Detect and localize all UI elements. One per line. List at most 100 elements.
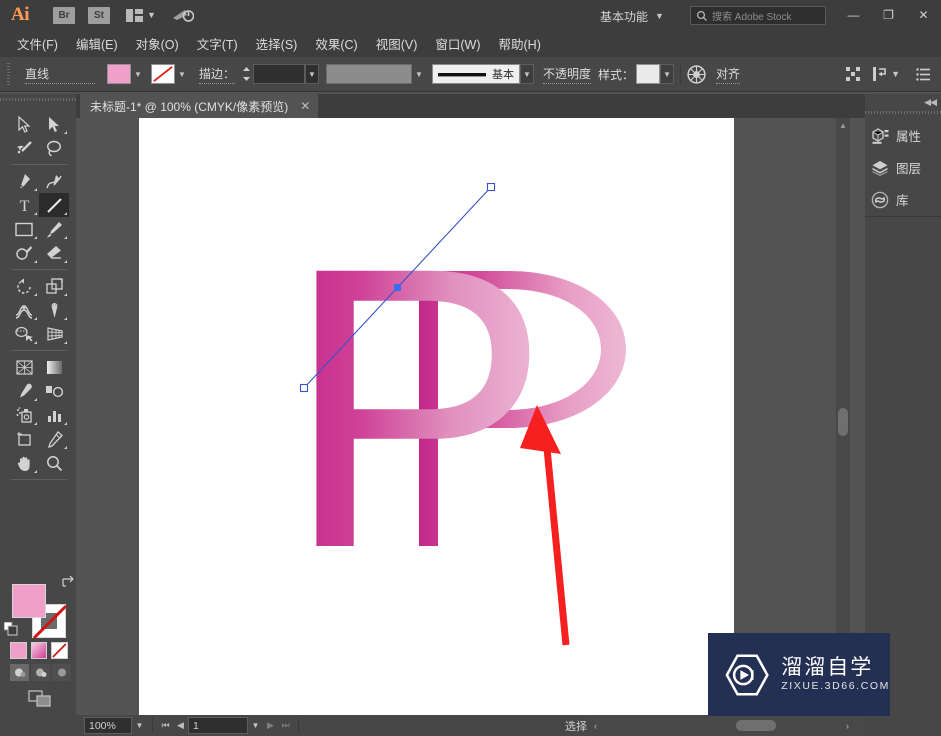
variable-width-profile[interactable]	[326, 64, 413, 84]
fill-chevron-down-icon[interactable]: ▼	[131, 64, 145, 84]
line-segment-tool[interactable]	[39, 193, 69, 217]
scroll-up-icon[interactable]: ▲	[836, 118, 850, 132]
lasso-tool[interactable]	[39, 136, 69, 160]
gradient-tool[interactable]	[39, 355, 69, 379]
artboard-tool[interactable]	[9, 427, 39, 451]
blend-tool[interactable]	[39, 379, 69, 403]
scroll-left-icon[interactable]: ‹	[588, 717, 603, 734]
gradient-swatch-button[interactable]	[30, 642, 48, 659]
direct-selection-tool[interactable]	[39, 112, 69, 136]
shaper-tool[interactable]	[9, 241, 39, 265]
brush-chevron-down-icon[interactable]: ▼	[520, 64, 535, 84]
draw-behind-button[interactable]	[31, 664, 50, 681]
panel-layers[interactable]: 图层	[865, 152, 941, 183]
panel-libraries[interactable]: 库	[865, 184, 941, 215]
zoom-tool[interactable]	[39, 451, 69, 475]
swap-fill-stroke-button[interactable]	[61, 575, 74, 593]
width-tool[interactable]	[9, 298, 39, 322]
stroke-chevron-down-icon[interactable]: ▼	[175, 64, 189, 84]
stock-button[interactable]: St	[88, 6, 110, 24]
menu-edit[interactable]: 编辑(E)	[67, 31, 127, 56]
close-button[interactable]: ✕	[906, 0, 941, 30]
vertical-scrollbar[interactable]: ▲	[836, 118, 850, 715]
mesh-tool[interactable]	[9, 355, 39, 379]
arrange-button[interactable]: ▼	[873, 66, 900, 82]
close-icon[interactable]: ✕	[300, 100, 310, 112]
menu-view[interactable]: 视图(V)	[367, 31, 427, 56]
align-label[interactable]: 对齐	[716, 65, 741, 84]
rectangle-tool[interactable]	[9, 217, 39, 241]
shape-builder-tool[interactable]	[9, 322, 39, 346]
fill-proxy-swatch[interactable]	[12, 584, 46, 618]
stroke-weight-chevron-down-icon[interactable]: ▼	[305, 64, 320, 84]
maximize-button[interactable]: ❐	[871, 0, 906, 30]
menu-select[interactable]: 选择(S)	[247, 31, 307, 56]
minimize-button[interactable]: —	[836, 0, 871, 30]
previous-artboard-button[interactable]: ◀	[173, 717, 188, 734]
hand-tool[interactable]	[9, 451, 39, 475]
stock-search-input[interactable]: 搜索 Adobe Stock	[690, 6, 826, 25]
cloud-sync-button[interactable]	[172, 7, 194, 23]
color-swatch-button[interactable]	[10, 642, 27, 659]
menu-help[interactable]: 帮助(H)	[490, 31, 550, 56]
draw-inside-button[interactable]	[52, 664, 71, 681]
workspace-switcher[interactable]: 基本功能 ▼	[600, 7, 664, 25]
first-artboard-button[interactable]: ⏮	[158, 717, 173, 734]
arrange-documents-button[interactable]: ▼	[126, 8, 156, 22]
collapse-panel-icon[interactable]: ◀◀	[924, 97, 937, 108]
next-artboard-button[interactable]: ▶	[263, 717, 278, 734]
right-dock-grip[interactable]	[865, 108, 941, 117]
selection-tool[interactable]	[9, 112, 39, 136]
stroke-color-swatch[interactable]	[151, 64, 175, 84]
graphic-style-swatch[interactable]	[636, 64, 661, 84]
opacity-label[interactable]: 不透明度	[543, 65, 592, 84]
zoom-chevron-down-icon[interactable]: ▼	[132, 717, 147, 734]
symbol-sprayer-tool[interactable]	[9, 403, 39, 427]
style-chevron-down-icon[interactable]: ▼	[660, 64, 675, 84]
eyedropper-tool[interactable]	[9, 379, 39, 403]
canvas-area[interactable]: P ▲	[76, 118, 865, 715]
control-bar-grip[interactable]	[3, 63, 13, 85]
panel-properties[interactable]: 属性	[865, 120, 941, 151]
menu-window[interactable]: 窗口(W)	[426, 31, 489, 56]
slice-tool[interactable]	[39, 427, 69, 451]
menu-object[interactable]: 对象(O)	[127, 31, 188, 56]
more-options-button[interactable]	[916, 67, 931, 81]
column-graph-tool[interactable]	[39, 403, 69, 427]
document-tab[interactable]: 未标题-1* @ 100% (CMYK/像素预览) ✕	[80, 94, 319, 118]
last-artboard-button[interactable]: ⏭	[278, 717, 293, 734]
zoom-level-input[interactable]: 100%	[84, 717, 132, 734]
variable-width-chevron-down-icon[interactable]: ▼	[412, 64, 426, 84]
brush-definition-select[interactable]: 基本	[432, 64, 521, 84]
curvature-tool[interactable]	[39, 169, 69, 193]
scale-tool[interactable]	[39, 274, 69, 298]
magic-wand-tool[interactable]	[9, 136, 39, 160]
fill-color-swatch[interactable]	[107, 64, 131, 84]
type-tool[interactable]: T	[9, 193, 39, 217]
tools-panel-grip[interactable]	[0, 94, 76, 105]
change-screen-mode-button[interactable]	[28, 690, 52, 712]
stroke-weight-input[interactable]	[253, 64, 306, 84]
default-fill-stroke-button[interactable]	[3, 621, 18, 641]
stroke-weight-stepper[interactable]	[241, 65, 252, 83]
free-transform-tool[interactable]	[39, 298, 69, 322]
menu-file[interactable]: 文件(F)	[8, 31, 67, 56]
bridge-button[interactable]: Br	[53, 6, 75, 24]
menu-effect[interactable]: 效果(C)	[306, 31, 366, 56]
horizontal-scroll-thumb[interactable]	[736, 720, 776, 731]
horizontal-scrollbar[interactable]: ‹ ›	[588, 715, 865, 736]
transform-button[interactable]	[845, 66, 861, 82]
artboard-number-input[interactable]: 1	[188, 717, 248, 734]
paintbrush-tool[interactable]	[39, 217, 69, 241]
menu-type[interactable]: 文字(T)	[188, 31, 247, 56]
eraser-tool[interactable]	[39, 241, 69, 265]
pen-tool[interactable]	[9, 169, 39, 193]
artboard-chevron-down-icon[interactable]: ▼	[248, 717, 263, 734]
perspective-grid-tool[interactable]	[39, 322, 69, 346]
artboard[interactable]: P	[139, 118, 734, 715]
none-swatch-button[interactable]	[51, 642, 69, 659]
vertical-scroll-thumb[interactable]	[838, 408, 848, 436]
scroll-right-icon[interactable]: ›	[840, 717, 855, 734]
recolor-artwork-button[interactable]	[687, 64, 706, 84]
draw-normal-button[interactable]	[10, 664, 29, 681]
